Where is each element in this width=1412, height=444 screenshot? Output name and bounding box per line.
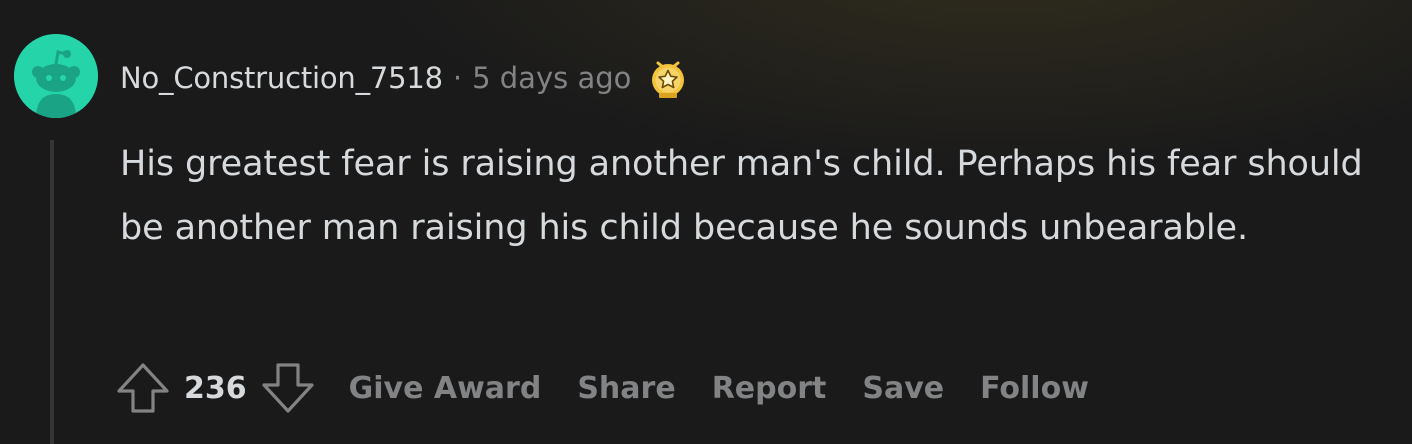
thread-line[interactable] [50, 140, 54, 444]
save-button[interactable]: Save [862, 371, 944, 406]
report-button[interactable]: Report [712, 371, 827, 406]
meta-separator: · [452, 61, 463, 95]
gold-star-award-icon[interactable] [645, 55, 691, 101]
downvote-arrow-icon[interactable] [259, 359, 317, 417]
give-award-button[interactable]: Give Award [349, 371, 542, 406]
comment-actions: 236 Give Award Share Report Save Follow [114, 356, 1089, 420]
share-button[interactable]: Share [577, 371, 675, 406]
username-link[interactable]: No_Construction_7518 [120, 61, 443, 95]
upvote-arrow-icon[interactable] [114, 359, 172, 417]
vote-score: 236 [184, 370, 247, 406]
comment-meta: No_Construction_7518 · 5 days ago [120, 58, 691, 98]
comment-timestamp[interactable]: 5 days ago [472, 61, 631, 95]
user-avatar[interactable] [14, 34, 98, 118]
snoo-avatar-icon [14, 34, 98, 118]
comment-body: His greatest fear is raising another man… [120, 144, 1363, 248]
follow-button[interactable]: Follow [980, 371, 1089, 406]
comment: No_Construction_7518 · 5 days ago His gr… [0, 0, 1412, 444]
